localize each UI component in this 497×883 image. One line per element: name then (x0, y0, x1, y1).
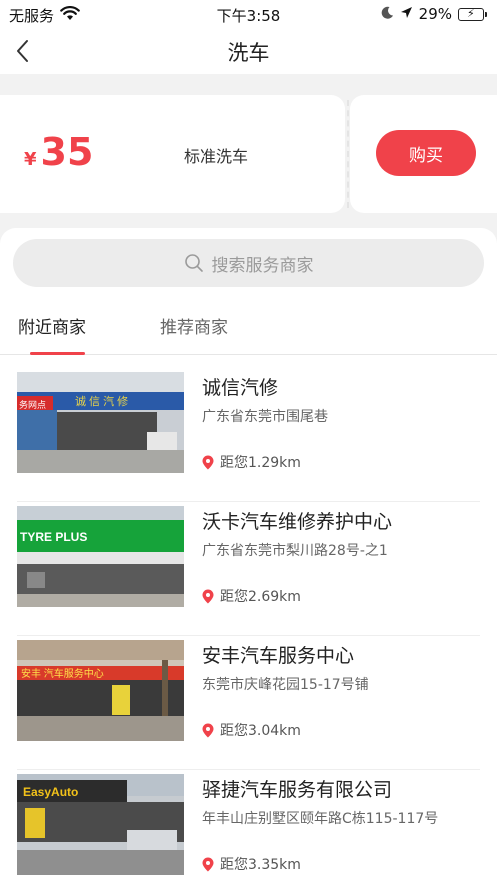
merchant-distance: 距您3.35km (202, 854, 301, 874)
tab-recommended[interactable]: 推荐商家 (160, 313, 228, 338)
merchant-address: 广东省东莞市围尾巷 (202, 409, 328, 425)
merchant-distance: 距您2.69km (202, 586, 301, 606)
location-pin-icon (202, 723, 214, 737)
status-right: 29% ⚡ (381, 5, 487, 23)
status-bar: 无服务 下午3:58 29% ⚡ (0, 0, 497, 28)
distance-text: 距您3.35km (220, 857, 301, 873)
merchant-address: 年丰山庄别墅区颐年路C栋115-117号 (202, 811, 439, 827)
location-pin-icon (202, 455, 214, 469)
merchant-photo: 诚 信 汽 修 务网点 (17, 372, 184, 473)
search-placeholder: 搜索服务商家 (211, 255, 314, 276)
merchant-name: 驿捷汽车服务有限公司 (202, 779, 393, 801)
package-card: ¥ 35 标准洗车 (0, 95, 345, 213)
merchant-name: 沃卡汽车维修养护中心 (202, 511, 393, 533)
distance-text: 距您3.04km (220, 723, 301, 739)
location-arrow-icon (400, 5, 413, 23)
list-item[interactable]: 安丰 汽车服务中心 安丰汽车服务中心 东莞市庆峰花园15-17号铺 距您3.04… (0, 636, 497, 770)
merchant-panel: 搜索服务商家 附近商家 推荐商家 诚 信 汽 修 务网点 诚信汽修 广东省东莞市… (0, 228, 497, 883)
merchant-address: 广东省东莞市梨川路28号-之1 (202, 543, 388, 559)
merchant-list: 诚 信 汽 修 务网点 诚信汽修 广东省东莞市围尾巷 距您1.29km TYRE… (0, 368, 497, 883)
merchant-photo: 安丰 汽车服务中心 (17, 640, 184, 741)
svg-text:诚 信 汽 修: 诚 信 汽 修 (75, 394, 128, 408)
battery-icon: ⚡ (458, 7, 487, 21)
search-icon (184, 254, 203, 272)
package-buy-area: 购买 (350, 95, 497, 213)
ticket-divider (347, 100, 349, 208)
battery-percent: 29% (418, 5, 452, 23)
page-title: 洗车 (227, 41, 270, 65)
active-tab-indicator (30, 352, 85, 355)
currency-symbol: ¥ (24, 149, 37, 170)
location-pin-icon (202, 857, 214, 871)
list-item[interactable]: 诚 信 汽 修 务网点 诚信汽修 广东省东莞市围尾巷 距您1.29km (0, 368, 497, 502)
list-item[interactable]: EasyAuto 驿捷汽车服务有限公司 年丰山庄别墅区颐年路C栋115-117号… (0, 770, 497, 883)
moon-icon (381, 5, 394, 23)
merchant-photo: TYRE PLUS (17, 506, 184, 607)
package-name: 标准洗车 (184, 147, 249, 166)
nav-bar: 洗车 (0, 28, 497, 74)
svg-text:EasyAuto: EasyAuto (23, 785, 78, 799)
package-price: ¥ 35 (24, 133, 93, 171)
search-input[interactable]: 搜索服务商家 (13, 239, 484, 287)
distance-text: 距您1.29km (220, 455, 301, 471)
location-pin-icon (202, 589, 214, 603)
svg-text:TYRE PLUS: TYRE PLUS (20, 530, 87, 544)
svg-text:务网点: 务网点 (19, 399, 46, 410)
distance-text: 距您2.69km (220, 589, 301, 605)
merchant-name: 诚信汽修 (202, 377, 279, 399)
merchant-distance: 距您1.29km (202, 452, 301, 472)
merchant-name: 安丰汽车服务中心 (202, 645, 355, 667)
merchant-photo: EasyAuto (17, 774, 184, 875)
merchant-address: 东莞市庆峰花园15-17号铺 (202, 677, 369, 693)
price-value: 35 (40, 130, 94, 174)
list-item[interactable]: TYRE PLUS 沃卡汽车维修养护中心 广东省东莞市梨川路28号-之1 距您2… (0, 502, 497, 636)
svg-text:安丰 汽车服务中心: 安丰 汽车服务中心 (21, 667, 104, 680)
merchant-distance: 距您3.04km (202, 720, 301, 740)
merchant-tabs: 附近商家 推荐商家 (0, 298, 497, 355)
tab-nearby[interactable]: 附近商家 (18, 313, 86, 338)
buy-button[interactable]: 购买 (376, 130, 476, 176)
